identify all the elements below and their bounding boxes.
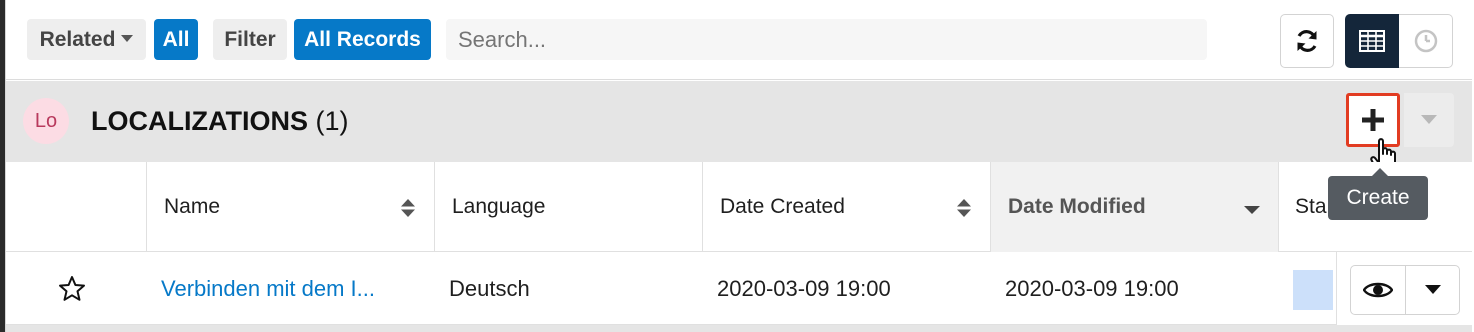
- caret-down-icon: [1424, 285, 1441, 294]
- record-count: (1): [315, 106, 349, 136]
- column-header-name[interactable]: Name: [146, 162, 434, 252]
- favorite-cell[interactable]: [6, 252, 146, 325]
- sort-descending-icon: [1244, 206, 1260, 214]
- related-dropdown[interactable]: Related: [27, 19, 146, 60]
- subpanel-frame: Related All Filter All Records Search...…: [5, 0, 1472, 332]
- date-modified-cell: 2020-03-09 19:00: [1005, 276, 1179, 301]
- activity-stream-view-button[interactable]: [1399, 14, 1453, 68]
- filter-all-records-pill[interactable]: All Records: [294, 19, 431, 60]
- status-badge: [1293, 270, 1333, 310]
- clock-icon: [1414, 29, 1437, 53]
- subpanel-title: LOCALIZATIONS (1): [91, 103, 349, 139]
- column-header-date-modified[interactable]: Date Modified: [990, 162, 1278, 252]
- date-created-cell: 2020-03-09 19:00: [717, 276, 891, 301]
- column-header-label: Language: [452, 195, 546, 218]
- column-header-language[interactable]: Language: [434, 162, 702, 252]
- create-tooltip: Create: [1328, 168, 1428, 220]
- preview-button[interactable]: [1350, 265, 1406, 315]
- record-name-link[interactable]: Verbinden mit dem I...: [146, 252, 434, 325]
- table-header-row: Name Language Date Created Date Modified…: [6, 162, 1472, 252]
- records-table: Name Language Date Created Date Modified…: [6, 162, 1472, 332]
- caret-down-icon: [1421, 115, 1437, 124]
- table-footer-band: [6, 325, 1472, 332]
- list-view-button[interactable]: [1345, 14, 1399, 68]
- search-input[interactable]: [446, 19, 1207, 60]
- language-cell: Deutsch: [449, 276, 530, 301]
- refresh-button[interactable]: [1280, 14, 1334, 68]
- subpanel-title-text: LOCALIZATIONS: [91, 106, 308, 136]
- column-header-label: Date Created: [720, 195, 845, 218]
- caret-down-icon: [121, 35, 134, 43]
- column-header-label: Sta: [1295, 195, 1327, 218]
- related-label: Related: [39, 28, 116, 51]
- filter-toolbar: Related All Filter All Records: [6, 0, 1472, 80]
- subpanel-actions-dropdown[interactable]: [1404, 93, 1454, 147]
- module-avatar: Lo: [23, 98, 69, 144]
- row-actions: [1336, 252, 1472, 325]
- subpanel-header[interactable]: Lo LOCALIZATIONS (1): [6, 81, 1472, 175]
- filter-button[interactable]: Filter: [213, 19, 287, 60]
- refresh-icon: [1297, 30, 1317, 52]
- table-view-icon: [1359, 30, 1385, 52]
- sort-icon: [957, 199, 971, 217]
- column-header-favorite: [6, 162, 146, 252]
- column-header-label: Name: [164, 195, 221, 218]
- plus-icon: [1362, 109, 1384, 131]
- column-header-date-created[interactable]: Date Created: [702, 162, 990, 252]
- related-all-pill[interactable]: All: [154, 19, 198, 60]
- eye-icon: [1363, 282, 1393, 298]
- table-row[interactable]: Verbinden mit dem I... Deutsch 2020-03-0…: [6, 252, 1472, 325]
- row-actions-dropdown[interactable]: [1406, 265, 1460, 315]
- star-outline-icon: [59, 275, 85, 301]
- column-header-label: Date Modified: [1008, 195, 1146, 218]
- sort-icon: [401, 199, 415, 217]
